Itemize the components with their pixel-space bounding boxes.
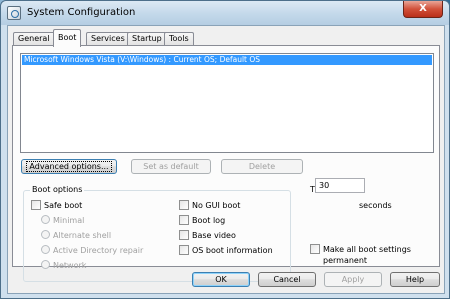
make-permanent-checkbox[interactable] xyxy=(310,243,320,254)
apply-button[interactable]: Apply xyxy=(324,272,382,287)
delete-button[interactable]: Delete xyxy=(221,159,303,174)
tab-boot[interactable]: Boot xyxy=(53,29,82,47)
no-gui-boot-label: No GUI boot xyxy=(192,201,241,210)
help-button[interactable]: Help xyxy=(390,272,440,287)
timeout-input[interactable]: 30 xyxy=(315,178,365,193)
active-directory-repair-label: Active Directory repair xyxy=(53,246,144,255)
alternate-shell-radio[interactable] xyxy=(41,230,50,239)
minimal-label: Minimal xyxy=(53,216,85,225)
boot-log-option[interactable]: Boot log xyxy=(179,214,226,227)
minimal-option[interactable]: Minimal xyxy=(41,215,84,227)
boot-tab-panel: Microsoft Windows Vista (V:\Windows) : C… xyxy=(12,45,440,282)
base-video-option[interactable]: Base video xyxy=(179,229,236,242)
safe-boot-checkbox[interactable] xyxy=(31,199,41,210)
no-gui-boot-checkbox[interactable] xyxy=(179,199,189,210)
system-configuration-window: System Configuration X General Boot Serv… xyxy=(0,0,450,299)
network-radio[interactable] xyxy=(41,260,50,269)
boot-options-title: Boot options xyxy=(30,185,85,194)
safe-boot-label: Safe boot xyxy=(44,201,83,210)
title-bar[interactable]: System Configuration X xyxy=(1,1,449,25)
make-permanent-label-line1: Make all boot settings xyxy=(323,245,411,254)
boot-log-checkbox[interactable] xyxy=(179,214,189,225)
timeout-unit: seconds xyxy=(359,201,392,210)
ok-button[interactable]: OK xyxy=(192,272,250,287)
advanced-options-button[interactable]: Advanced options... xyxy=(21,159,117,174)
msconfig-app-icon xyxy=(7,6,21,20)
tab-startup[interactable]: Startup xyxy=(127,32,167,46)
tab-services[interactable]: Services xyxy=(86,32,130,46)
make-permanent-label-line2: permanent xyxy=(323,256,368,265)
boot-log-label: Boot log xyxy=(192,216,226,225)
network-option[interactable]: Network xyxy=(41,260,86,272)
no-gui-boot-option[interactable]: No GUI boot xyxy=(179,199,241,212)
os-boot-information-checkbox[interactable] xyxy=(179,244,189,255)
os-boot-information-option[interactable]: OS boot information xyxy=(179,244,273,257)
active-directory-repair-radio[interactable] xyxy=(41,245,50,254)
base-video-label: Base video xyxy=(192,231,236,240)
alternate-shell-label: Alternate shell xyxy=(53,231,112,240)
close-button[interactable]: X xyxy=(403,1,443,18)
cancel-button[interactable]: Cancel xyxy=(258,272,316,287)
base-video-checkbox[interactable] xyxy=(179,229,189,240)
os-list-item[interactable]: Microsoft Windows Vista (V:\Windows) : C… xyxy=(22,55,432,65)
os-boot-information-label: OS boot information xyxy=(192,246,273,255)
active-directory-repair-option[interactable]: Active Directory repair xyxy=(41,245,143,257)
network-label: Network xyxy=(53,261,87,270)
tab-general[interactable]: General xyxy=(13,32,55,46)
safe-boot-option[interactable]: Safe boot xyxy=(31,199,83,212)
dialog-client-area: General Boot Services Startup Tools Micr… xyxy=(7,25,445,294)
tab-tools[interactable]: Tools xyxy=(164,32,194,46)
advanced-options-label: Advanced options... xyxy=(26,161,112,172)
alternate-shell-option[interactable]: Alternate shell xyxy=(41,230,111,242)
minimal-radio[interactable] xyxy=(41,215,50,224)
set-as-default-button[interactable]: Set as default xyxy=(131,159,211,174)
window-title: System Configuration xyxy=(27,7,136,18)
os-list[interactable]: Microsoft Windows Vista (V:\Windows) : C… xyxy=(20,53,434,153)
